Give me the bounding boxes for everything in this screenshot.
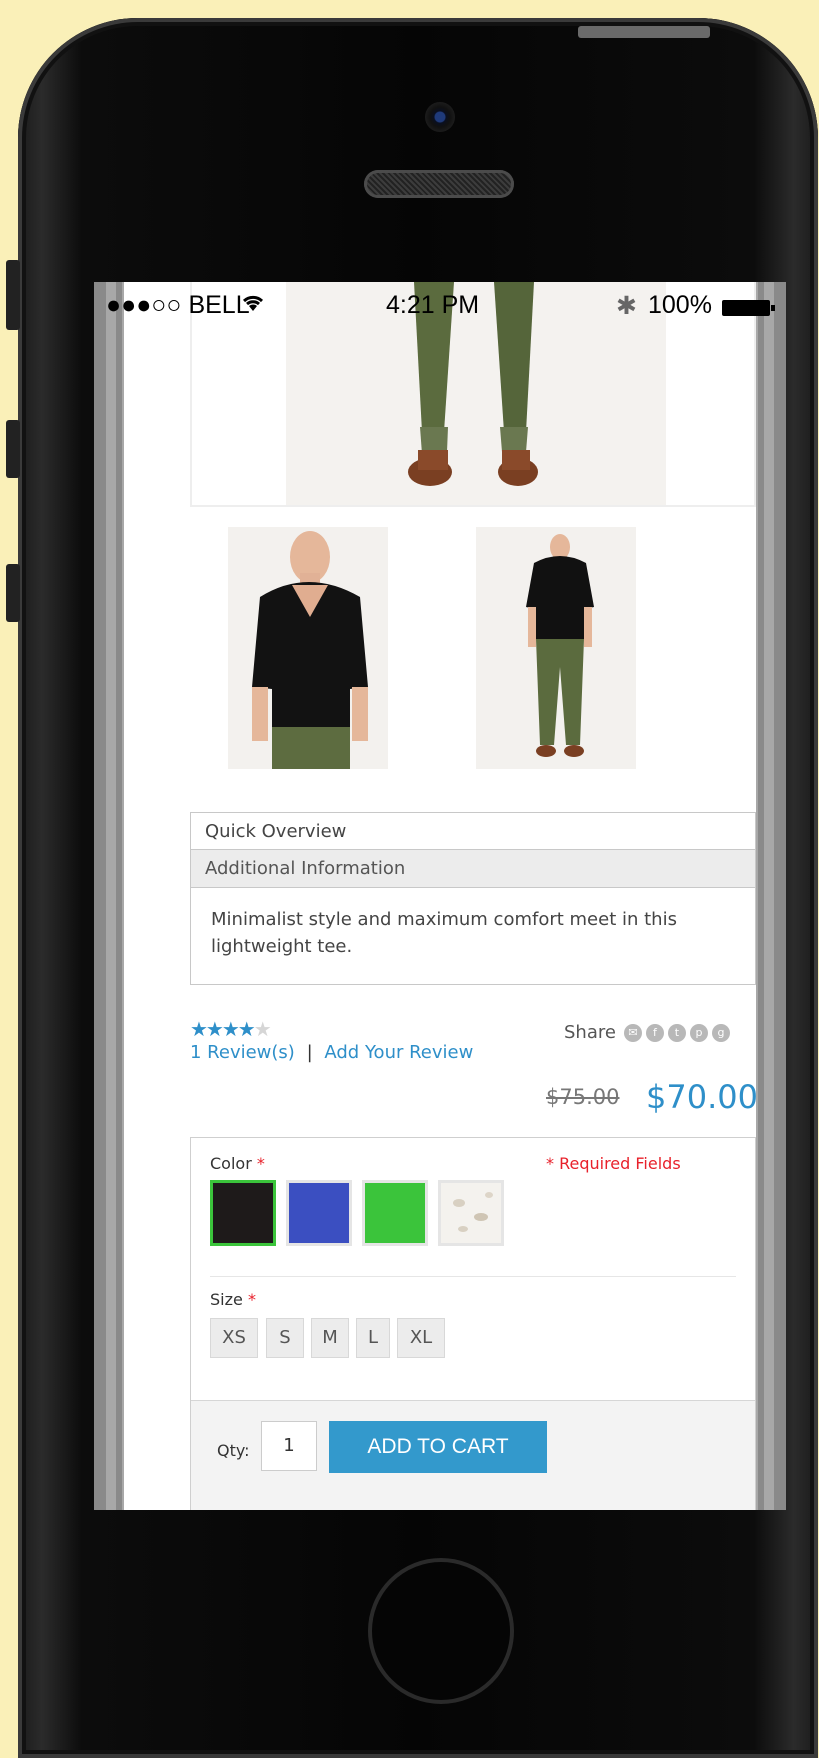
battery-tip <box>771 305 775 311</box>
special-price: $70.00 <box>646 1078 758 1116</box>
volume-up-button <box>6 260 20 330</box>
share-bar: Share ✉ f t p g <box>564 1022 730 1043</box>
required-fields-note: * Required Fields <box>546 1154 681 1173</box>
phone-frame: Quick Overview Additional Information Mi… <box>18 18 818 1758</box>
twitter-icon[interactable]: t <box>667 1023 686 1042</box>
facebook-icon[interactable]: f <box>645 1023 664 1042</box>
earpiece-speaker <box>364 170 514 198</box>
screen-edge-right <box>774 282 786 1510</box>
color-label-text: Color <box>210 1154 252 1173</box>
add-to-cart-area: Qty: 1 ADD TO CART <box>191 1400 755 1510</box>
share-label: Share <box>564 1022 616 1043</box>
size-xl-button[interactable]: XL <box>397 1318 445 1358</box>
color-swatch-blue[interactable] <box>286 1180 352 1246</box>
google-plus-icon[interactable]: g <box>711 1023 730 1042</box>
old-price: $75.00 <box>546 1085 620 1109</box>
size-l-button[interactable]: L <box>356 1318 390 1358</box>
power-button <box>578 26 710 38</box>
star-empty-icon: ★ <box>253 1017 272 1041</box>
add-to-cart-button[interactable]: ADD TO CART <box>329 1421 547 1473</box>
volume-down-button <box>6 420 20 478</box>
product-tabs: Quick Overview Additional Information Mi… <box>190 812 756 985</box>
size-m-button[interactable]: M <box>311 1318 349 1358</box>
color-label: Color * <box>210 1154 265 1173</box>
phone-screen: Quick Overview Additional Information Mi… <box>94 282 786 1510</box>
thumbnail-front-closeup[interactable] <box>228 527 388 769</box>
home-button[interactable] <box>368 1558 514 1704</box>
pinterest-icon[interactable]: p <box>689 1023 708 1042</box>
review-separator: | <box>306 1042 313 1063</box>
tab-additional-information[interactable]: Additional Information <box>190 850 756 888</box>
screen-edge-right-inner <box>758 282 764 1510</box>
review-links: 1 Review(s) | Add Your Review <box>190 1042 473 1063</box>
color-swatch-black[interactable] <box>210 1180 276 1246</box>
bluetooth-icon: ✱ <box>616 292 637 320</box>
size-s-button[interactable]: S <box>266 1318 304 1358</box>
required-marker: * <box>247 1290 256 1309</box>
tab-panel-description: Minimalist style and maximum comfort mee… <box>190 888 756 985</box>
battery-percent: 100% <box>648 291 712 319</box>
thumbnail-full-body[interactable] <box>476 527 636 769</box>
tab-quick-overview[interactable]: Quick Overview <box>190 812 756 850</box>
qty-input[interactable]: 1 <box>261 1421 317 1471</box>
email-icon[interactable]: ✉ <box>623 1023 642 1042</box>
add-review-link[interactable]: Add Your Review <box>324 1042 473 1063</box>
screen-edge-left-inner <box>116 282 122 1510</box>
product-options: Color * * Required Fields Size * XS S M … <box>190 1137 756 1510</box>
color-swatch-lace[interactable] <box>438 1180 504 1246</box>
page-content: Quick Overview Additional Information Mi… <box>124 282 758 1510</box>
star-icon: ★★★★ <box>190 1017 256 1041</box>
options-divider <box>210 1276 736 1277</box>
size-xs-button[interactable]: XS <box>210 1318 258 1358</box>
clock: 4:21 PM <box>386 291 480 319</box>
carrier-signal: ●●●○○ BELL <box>106 291 250 319</box>
required-marker: * <box>256 1154 265 1173</box>
wifi-icon <box>240 291 266 320</box>
size-label: Size * <box>210 1290 256 1309</box>
front-camera <box>425 102 455 132</box>
size-label-text: Size <box>210 1290 243 1309</box>
reviews-count-link[interactable]: 1 Review(s) <box>190 1042 295 1063</box>
color-swatch-green[interactable] <box>362 1180 428 1246</box>
battery-icon <box>722 300 770 316</box>
rating-stars: ★★★★★ <box>190 1017 272 1041</box>
status-bar: ●●●○○ BELL 4:21 PM ✱ 100% <box>94 282 786 332</box>
mute-switch <box>6 564 20 622</box>
qty-label: Qty: <box>217 1441 250 1460</box>
screen-edge-left <box>94 282 106 1510</box>
